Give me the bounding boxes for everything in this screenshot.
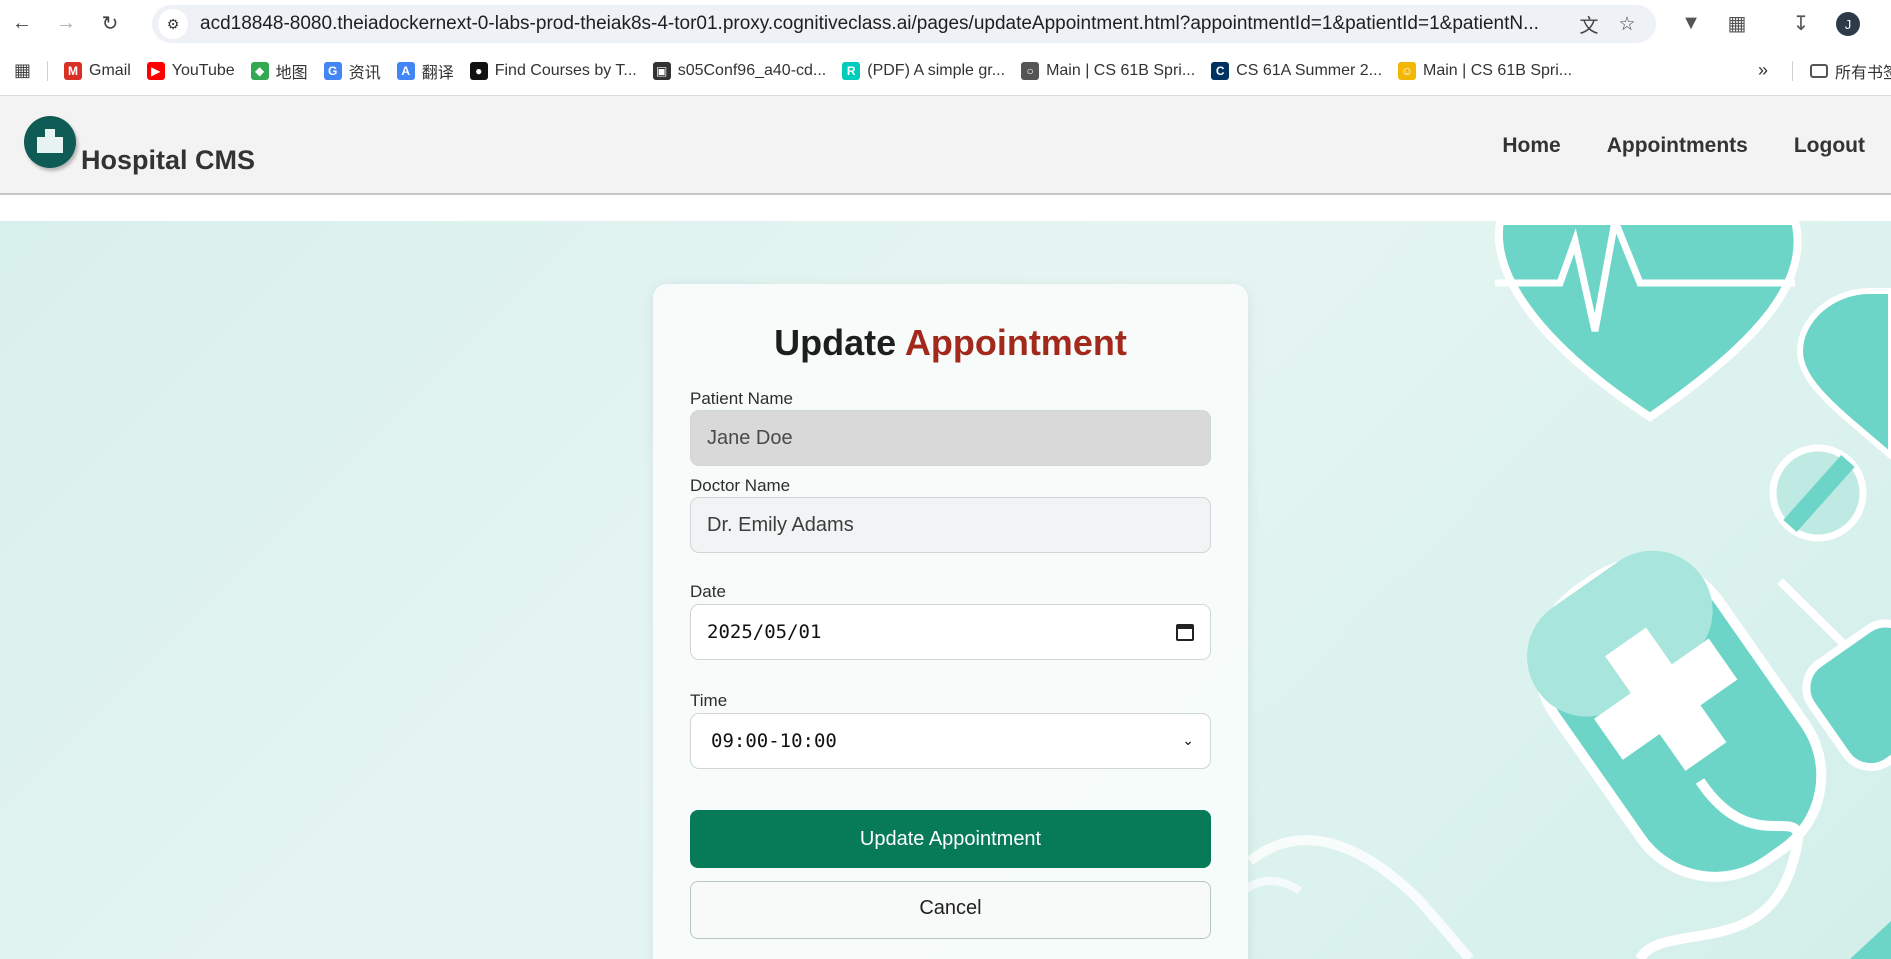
site-header: Hospital CMS Home Appointments Logout — [0, 96, 1891, 195]
pill-icon — [1796, 288, 1891, 460]
translate-page-icon[interactable]: 文 — [1576, 11, 1602, 37]
bookmark-item[interactable]: A 翻译 — [389, 56, 462, 86]
bookmark-item[interactable]: ◆ 地图 — [243, 56, 316, 86]
cancel-button[interactable]: Cancel — [690, 881, 1211, 939]
youtube-icon: ▶ — [146, 61, 165, 80]
update-appointment-card: Update Appointment Patient Name Jane Doe… — [653, 284, 1248, 959]
doctor-name-field[interactable]: Dr. Emily Adams — [690, 497, 1211, 553]
bookmark-star-icon[interactable]: ☆ — [1614, 11, 1640, 37]
cal-icon: C — [1211, 61, 1230, 80]
main-content: Update Appointment Patient Name Jane Doe… — [0, 221, 1891, 959]
time-value: 09:00-10:00 — [711, 730, 837, 752]
extensions-icon[interactable]: ▦ — [1722, 8, 1752, 38]
bookmark-item[interactable]: ▶ YouTube — [139, 56, 243, 86]
title-part-2: Appointment — [904, 322, 1127, 363]
courses-icon: ● — [469, 61, 488, 80]
back-icon[interactable]: ← — [0, 0, 44, 46]
bookmark-label: CS 61A Summer 2... — [1236, 61, 1383, 79]
folder-icon — [1810, 63, 1828, 78]
gmail-icon: M — [64, 61, 83, 80]
bookmark-label: Gmail — [89, 61, 131, 79]
bookmark-label: Main | CS 61B Spri... — [1046, 61, 1196, 79]
bookmarks-divider — [47, 60, 49, 81]
translate-icon: A — [396, 61, 415, 80]
researchgate-icon: R — [842, 61, 861, 80]
maps-icon: ◆ — [250, 61, 269, 80]
browser-toolbar: ← → ↻ ⚙ acd18848-8080.theiadockernext-0-… — [0, 0, 1891, 46]
download-icon[interactable]: ↧ — [1786, 8, 1816, 38]
patient-name-field: Jane Doe — [690, 410, 1211, 466]
bookmark-item[interactable]: R (PDF) A simple gr... — [834, 56, 1013, 86]
bookmark-item[interactable]: ☺ Main | CS 61B Spri... — [1390, 56, 1580, 86]
extension-v-icon[interactable]: ▼ — [1676, 8, 1706, 38]
bookmarks-divider — [1792, 61, 1793, 81]
bookmark-item[interactable]: ▣ s05Conf96_a40-cd... — [645, 56, 835, 86]
more-bookmarks-icon[interactable]: » — [1750, 56, 1776, 86]
form-title: Update Appointment — [653, 322, 1248, 364]
forward-icon[interactable]: → — [44, 0, 88, 46]
time-label: Time — [690, 691, 728, 710]
date-input[interactable]: 2025/05/01 — [690, 604, 1211, 660]
doctor-name-label: Doctor Name — [690, 476, 791, 495]
main-nav: Home Appointments Logout — [1502, 96, 1891, 195]
bookmark-label: Find Courses by T... — [494, 61, 637, 79]
nav-appointments-link[interactable]: Appointments — [1607, 134, 1748, 158]
bookmark-item[interactable]: C CS 61A Summer 2... — [1203, 56, 1390, 86]
patient-name-label: Patient Name — [690, 389, 793, 408]
emoji-icon: ☺ — [1398, 61, 1417, 80]
reload-icon[interactable]: ↻ — [88, 0, 132, 46]
bookmark-item[interactable]: ● Find Courses by T... — [462, 56, 645, 86]
bookmark-item[interactable]: ○ Main | CS 61B Spri... — [1013, 56, 1203, 86]
bookmark-label: YouTube — [171, 61, 235, 79]
date-label: Date — [690, 582, 726, 601]
nav-home-link[interactable]: Home — [1502, 134, 1560, 158]
bookmark-label: 资讯 — [348, 64, 381, 82]
bookmark-label: 翻译 — [421, 64, 454, 82]
hospital-logo-icon[interactable] — [24, 116, 76, 168]
header-spacer — [0, 195, 1891, 220]
bookmark-label: (PDF) A simple gr... — [867, 61, 1006, 79]
doctor-name-value: Dr. Emily Adams — [707, 513, 854, 536]
url-text[interactable]: acd18848-8080.theiadockernext-0-labs-pro… — [200, 13, 1570, 35]
title-part-1: Update — [774, 322, 897, 363]
calendar-icon[interactable] — [1176, 623, 1194, 641]
update-appointment-button[interactable]: Update Appointment — [690, 810, 1211, 868]
chevron-down-icon: ⌄ — [1182, 733, 1194, 749]
address-bar[interactable]: ⚙ acd18848-8080.theiadockernext-0-labs-p… — [152, 5, 1656, 43]
apps-grid-icon[interactable]: ▦ — [0, 56, 39, 86]
brand-title[interactable]: Hospital CMS — [81, 145, 255, 176]
bookmark-label: Main | CS 61B Spri... — [1423, 61, 1573, 79]
site-icon: ▣ — [652, 61, 671, 80]
iv-bag-icon — [1527, 550, 1827, 882]
globe-icon: ○ — [1021, 61, 1040, 80]
news-icon: G — [323, 61, 342, 80]
bookmark-item[interactable]: G 资讯 — [316, 56, 389, 86]
site-info-icon[interactable]: ⚙ — [158, 9, 188, 39]
all-bookmarks-label: 所有书签 — [1835, 64, 1891, 82]
bookmark-label: 地图 — [275, 64, 308, 82]
nav-logout-link[interactable]: Logout — [1794, 134, 1865, 158]
date-value: 2025/05/01 — [707, 621, 822, 643]
heart-icon — [1494, 221, 1802, 422]
time-select[interactable]: 09:00-10:00 ⌄ — [690, 713, 1211, 769]
bookmark-label: s05Conf96_a40-cd... — [677, 61, 827, 79]
all-bookmarks-folder[interactable]: 所有书签 — [1802, 56, 1891, 86]
bookmark-item[interactable]: M Gmail — [56, 56, 139, 86]
profile-avatar[interactable]: J — [1836, 12, 1860, 36]
bookmarks-bar: ▦ M Gmail ▶ YouTube ◆ 地图 G 资讯 A 翻译 ● Find Courses b… — [0, 46, 1891, 96]
